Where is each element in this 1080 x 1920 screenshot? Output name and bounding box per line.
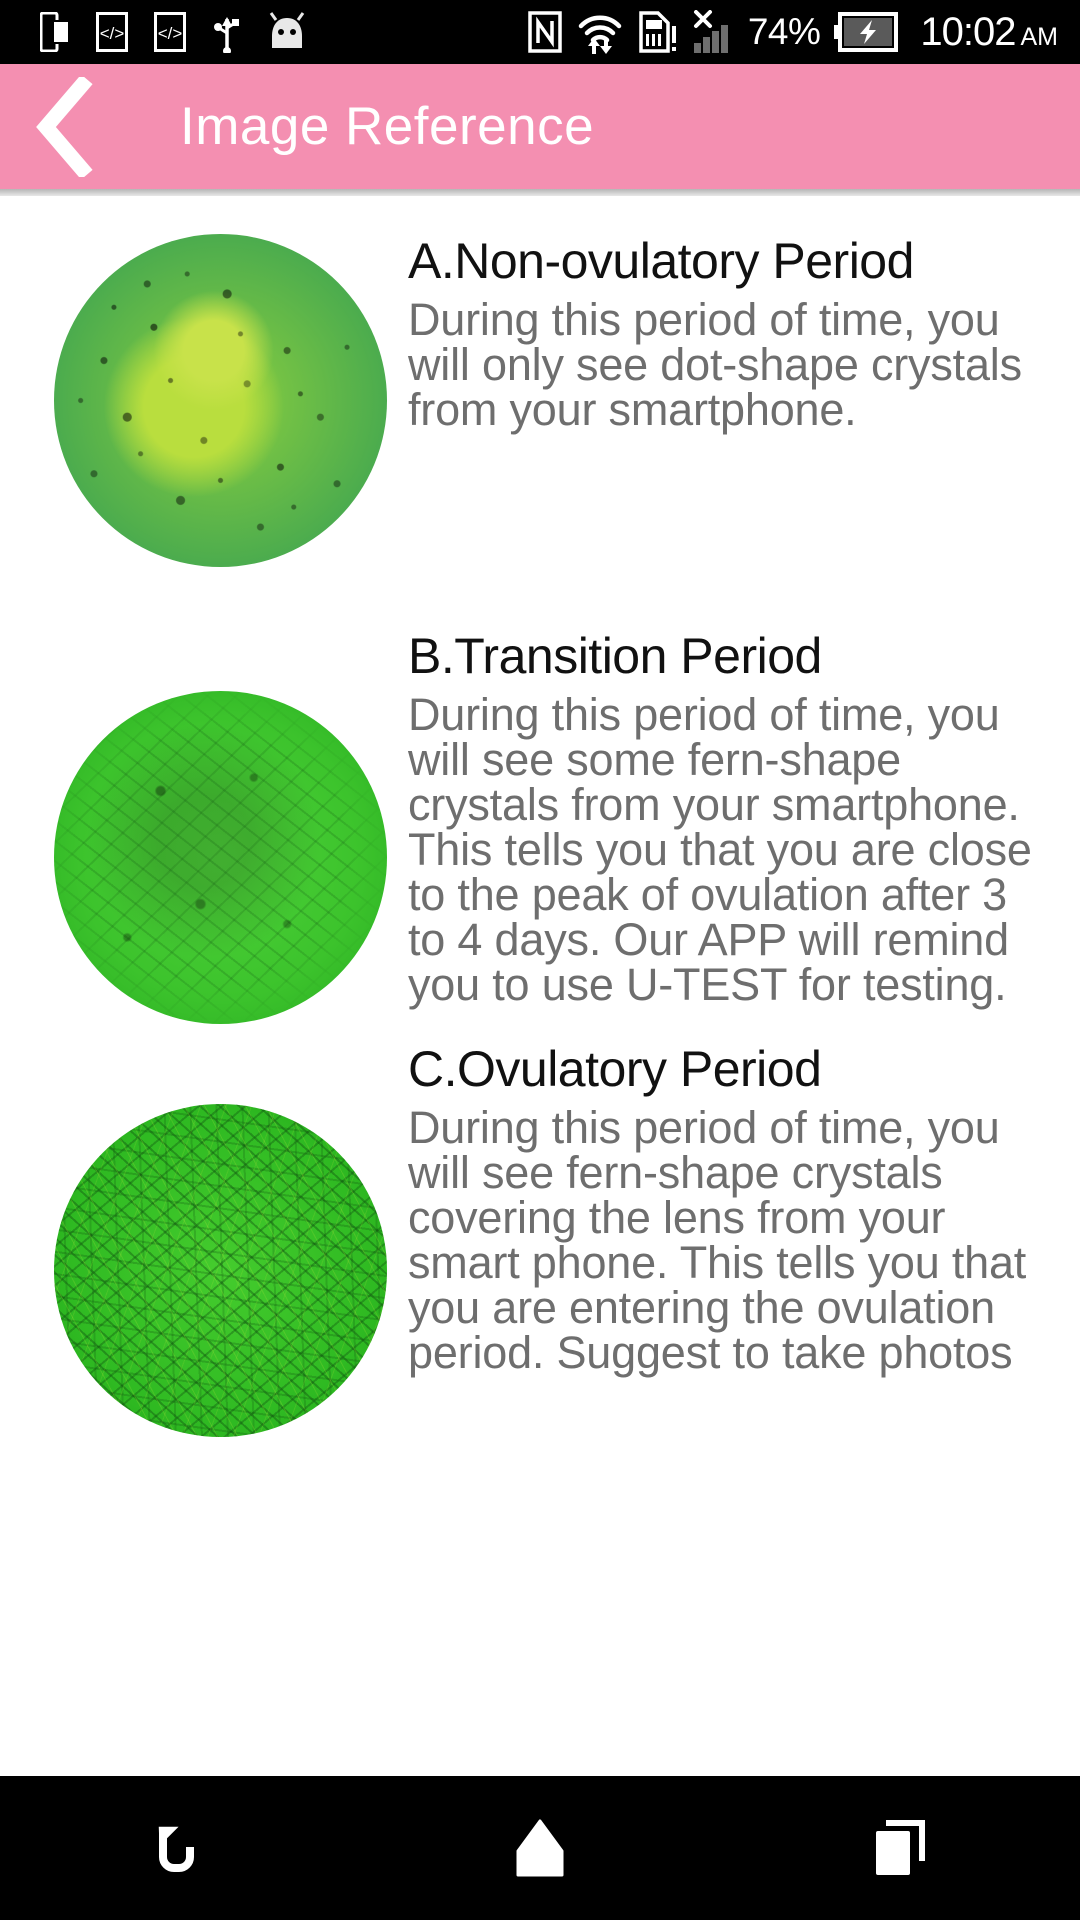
header-divider bbox=[0, 189, 1080, 196]
reference-section-c: C.Ovulatory Period During this period of… bbox=[0, 1024, 1080, 1437]
svg-text:</>: </> bbox=[158, 24, 183, 43]
app-header-bar: Image Reference bbox=[0, 64, 1080, 189]
developer-code-icon-1: </> bbox=[96, 12, 128, 52]
section-title-b: B.Transition Period bbox=[408, 628, 822, 684]
back-chevron-icon bbox=[36, 76, 93, 177]
reference-section-a: A.Non-ovulatory Period During this perio… bbox=[0, 196, 1080, 567]
android-navigation-bar bbox=[0, 1776, 1080, 1920]
status-bar: </> </> 74% 10:02 AM bbox=[0, 0, 1080, 64]
text-container-a: A.Non-ovulatory Period During this perio… bbox=[400, 234, 1050, 432]
nfc-icon bbox=[528, 11, 562, 53]
section-title-c: C.Ovulatory Period bbox=[408, 1041, 822, 1097]
recent-apps-icon bbox=[876, 1820, 925, 1875]
non-ovulatory-microscope-image bbox=[53, 234, 387, 567]
developer-code-icon-2: </> bbox=[154, 12, 186, 52]
signal-no-service-icon bbox=[692, 10, 734, 54]
section-body-b: During this period of time, you will see… bbox=[408, 689, 1032, 1010]
nav-home-button[interactable] bbox=[450, 1776, 630, 1920]
transition-microscope-image bbox=[53, 691, 387, 1024]
screen-mirror-icon bbox=[40, 12, 70, 52]
section-title-a: A.Non-ovulatory Period bbox=[408, 233, 914, 289]
clock-time: 10:02 bbox=[920, 9, 1016, 54]
home-icon bbox=[516, 1819, 564, 1877]
usb-icon bbox=[212, 11, 242, 53]
thumbnail-container-b bbox=[40, 629, 400, 1024]
svg-text:</>: </> bbox=[100, 24, 125, 43]
nav-recents-button[interactable] bbox=[810, 1776, 990, 1920]
sim-card-alert-icon bbox=[638, 10, 678, 54]
page-title: Image Reference bbox=[180, 97, 595, 156]
nav-back-button[interactable] bbox=[90, 1776, 270, 1920]
battery-percent-label: 74% bbox=[747, 11, 821, 52]
section-body-a: During this period of time, you will onl… bbox=[408, 294, 1022, 435]
back-arrow-icon bbox=[158, 1826, 194, 1872]
android-head-icon bbox=[268, 12, 306, 52]
battery-charging-icon bbox=[834, 12, 899, 52]
status-bar-clock: 10:02 AM bbox=[920, 10, 1058, 55]
reference-list-scroll[interactable]: A.Non-ovulatory Period During this perio… bbox=[0, 196, 1080, 1776]
status-bar-right-icons: 74% 10:02 AM bbox=[528, 10, 1080, 55]
text-container-c: C.Ovulatory Period During this period of… bbox=[400, 1042, 1050, 1375]
clock-period: AM bbox=[1020, 22, 1059, 51]
text-container-b: B.Transition Period During this period o… bbox=[400, 629, 1050, 1007]
thumbnail-container-c bbox=[40, 1042, 400, 1437]
thumbnail-container-a bbox=[40, 234, 400, 567]
status-bar-left-icons: </> </> bbox=[0, 11, 306, 53]
wifi-data-transfer-icon bbox=[576, 10, 624, 54]
reference-section-b: B.Transition Period During this period o… bbox=[0, 567, 1080, 1024]
back-button[interactable] bbox=[0, 64, 130, 189]
ovulatory-microscope-image bbox=[53, 1104, 387, 1437]
section-body-c: During this period of time, you will see… bbox=[408, 1102, 1027, 1378]
